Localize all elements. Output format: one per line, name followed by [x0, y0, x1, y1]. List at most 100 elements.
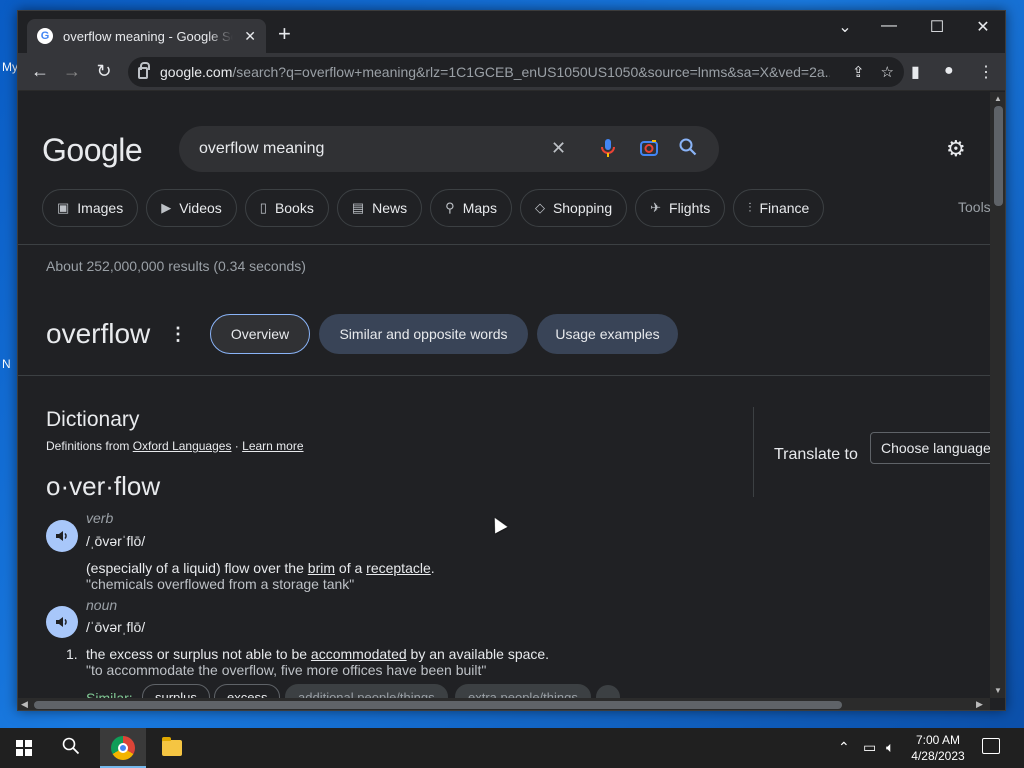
- clear-icon[interactable]: ✕: [551, 138, 566, 159]
- tab-usage-examples[interactable]: Usage examples: [537, 314, 678, 354]
- notification-icon[interactable]: [982, 738, 1000, 754]
- more-options-icon[interactable]: ⋮: [169, 324, 187, 345]
- chip-books[interactable]: ▯ Books: [244, 189, 329, 227]
- tab-similar-opposite[interactable]: Similar and opposite words: [319, 314, 528, 354]
- search-icon[interactable]: [679, 138, 697, 161]
- similar-label: Similar:: [86, 690, 133, 698]
- scroll-left-arrow-icon[interactable]: ◀: [21, 699, 28, 710]
- search-box[interactable]: overflow meaning ✕: [179, 126, 719, 172]
- search-input[interactable]: overflow meaning: [199, 140, 324, 158]
- similar-chip[interactable]: surplus: [142, 684, 210, 698]
- bookmark-star-icon[interactable]: ☆: [881, 63, 894, 81]
- url-text[interactable]: google.com/search?q=overflow+meaning&rlz…: [160, 64, 830, 80]
- windows-start-icon[interactable]: [16, 740, 32, 756]
- side-panel-icon[interactable]: ▮: [911, 62, 920, 82]
- camera-lens-icon[interactable]: [639, 138, 659, 163]
- google-logo[interactable]: Google: [42, 132, 143, 169]
- speaker-icon[interactable]: [46, 520, 78, 552]
- address-bar[interactable]: google.com/search?q=overflow+meaning&rlz…: [128, 57, 904, 87]
- vertical-divider: [753, 407, 754, 497]
- microphone-icon[interactable]: [599, 138, 617, 163]
- tab-strip: G overflow meaning - Google Search ✕ + ⌄…: [18, 11, 1005, 53]
- similar-chip[interactable]: extra people/things: [455, 684, 591, 698]
- taskbar: ⌃ ▭ 🔈︎ 7:00 AM 4/28/2023: [0, 728, 1024, 768]
- google-favicon-icon: G: [37, 28, 53, 44]
- chip-news[interactable]: ▤ News: [336, 189, 423, 227]
- tools-button[interactable]: Tools: [958, 199, 990, 215]
- forward-button[interactable]: →: [61, 61, 83, 82]
- file-explorer-icon[interactable]: [162, 737, 182, 756]
- mouse-cursor: [488, 514, 508, 534]
- share-icon[interactable]: ⇪: [852, 63, 865, 81]
- search-filter-chips: ▣ Images ▶ Videos ▯ Books ▤ News ⚲ Maps ◇ Shop…: [42, 189, 825, 227]
- scroll-right-arrow-icon[interactable]: ▶: [976, 699, 983, 710]
- brim-link[interactable]: brim: [308, 560, 335, 576]
- divider: [18, 244, 990, 245]
- search-results-page: Google overflow meaning ✕ ⚙ ▣ Images ▶ Vid…: [18, 92, 990, 698]
- browser-window: G overflow meaning - Google Search ✕ + ⌄…: [17, 10, 1006, 711]
- dictionary-heading: Dictionary: [46, 408, 140, 431]
- word-title: overflow: [46, 318, 151, 349]
- headword: o·ver·flow: [46, 471, 161, 501]
- back-button[interactable]: ←: [29, 61, 51, 82]
- similar-chip[interactable]: additional people/things: [285, 684, 448, 698]
- scroll-down-arrow-icon[interactable]: ▼: [994, 686, 1002, 695]
- chip-maps[interactable]: ⚲ Maps: [430, 189, 512, 227]
- clock-date: 4/28/2023: [911, 749, 965, 763]
- browser-tab[interactable]: G overflow meaning - Google Search ✕: [27, 19, 266, 53]
- scroll-up-arrow-icon[interactable]: ▲: [994, 94, 1002, 103]
- expand-chevron-icon[interactable]: ⌄: [596, 685, 620, 698]
- tab-title: overflow meaning - Google Search: [63, 28, 233, 44]
- maximize-button[interactable]: ☐: [923, 17, 951, 37]
- tray-chevron-icon[interactable]: ⌃: [838, 739, 850, 756]
- tab-close-icon[interactable]: ✕: [244, 28, 256, 45]
- pronunciation: /ˌōvərˈflō/: [86, 533, 146, 549]
- learn-more-link[interactable]: Learn more: [242, 439, 303, 453]
- part-of-speech: verb: [86, 510, 114, 526]
- desktop-icon-label[interactable]: My: [2, 60, 18, 74]
- sense-number: 1.: [66, 646, 78, 662]
- menu-kebab-icon[interactable]: ⋮: [978, 62, 994, 82]
- reload-button[interactable]: ↻: [93, 61, 115, 82]
- vertical-scrollbar[interactable]: ▲ ▼: [990, 92, 1005, 698]
- taskbar-search-icon[interactable]: [62, 737, 80, 760]
- minimize-button[interactable]: —: [875, 17, 903, 35]
- tab-search-chevron-icon[interactable]: ⌄: [831, 17, 859, 37]
- accommodated-link[interactable]: accommodated: [311, 646, 407, 662]
- tab-overview[interactable]: Overview: [210, 314, 310, 354]
- scrollbar-thumb[interactable]: [34, 701, 842, 709]
- book-icon: ▯: [259, 200, 267, 215]
- chip-flights[interactable]: ✈ Flights: [635, 189, 726, 227]
- chrome-icon: [111, 736, 135, 760]
- scrollbar-thumb[interactable]: [994, 106, 1003, 206]
- new-tab-button[interactable]: +: [278, 23, 291, 45]
- pronunciation: /ˈōvərˌflō/: [86, 619, 146, 635]
- similar-chip[interactable]: excess: [214, 684, 281, 698]
- chip-finance[interactable]: ⫶ Finance: [733, 189, 825, 227]
- chip-shopping[interactable]: ◇ Shopping: [519, 189, 628, 227]
- lock-icon[interactable]: [138, 62, 150, 79]
- volume-icon[interactable]: 🔈︎: [886, 739, 894, 756]
- settings-gear-icon[interactable]: ⚙: [946, 136, 966, 162]
- desktop-icon-label[interactable]: N: [2, 357, 11, 371]
- plane-icon: ✈: [650, 200, 662, 215]
- taskbar-chrome-button[interactable]: [100, 728, 146, 768]
- system-clock[interactable]: 7:00 AM 4/28/2023: [908, 732, 968, 764]
- image-icon: ▣: [57, 200, 70, 215]
- chip-images[interactable]: ▣ Images: [42, 189, 139, 227]
- oxford-languages-link[interactable]: Oxford Languages: [133, 439, 232, 453]
- map-pin-icon: ⚲: [445, 200, 455, 215]
- close-window-button[interactable]: ✕: [969, 17, 997, 37]
- network-icon[interactable]: ▭: [863, 739, 876, 756]
- speaker-icon[interactable]: [46, 606, 78, 638]
- tag-icon: ◇: [534, 200, 545, 215]
- dictionary-source: Definitions from Oxford Languages · Lear…: [46, 439, 304, 453]
- profile-icon[interactable]: ●: [944, 62, 954, 80]
- news-icon: ▤: [351, 200, 365, 215]
- source-prefix: Definitions from: [46, 439, 130, 453]
- horizontal-scrollbar[interactable]: ◀ ▶: [18, 698, 990, 710]
- divider: [18, 375, 990, 376]
- receptacle-link[interactable]: receptacle: [366, 560, 431, 576]
- language-select[interactable]: Choose language: [870, 432, 990, 464]
- chip-videos[interactable]: ▶ Videos: [146, 189, 237, 227]
